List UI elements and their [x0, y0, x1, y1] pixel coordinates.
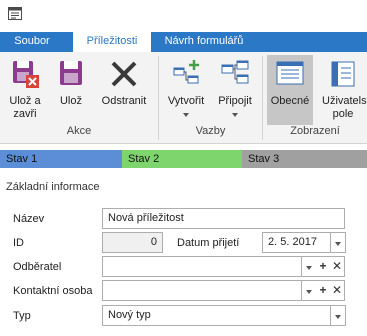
save-close-icon [13, 61, 39, 88]
stage-3[interactable]: Stav 3 [242, 150, 367, 168]
save-icon [60, 61, 82, 85]
date-field[interactable]: 2. 5. 2017 [262, 232, 331, 253]
plus-icon: + [319, 259, 327, 273]
save-close-button[interactable]: Ulož a zavři [4, 55, 46, 125]
link-relation-icon [221, 60, 249, 84]
user-fields-button[interactable]: Uživatelsk pole [319, 55, 367, 125]
general-view-button[interactable]: Obecné [267, 55, 313, 125]
save-button[interactable]: Ulož [52, 55, 90, 125]
create-label: Vytvořit [167, 95, 205, 107]
chevron-down-icon [306, 266, 312, 270]
contact-add-button[interactable]: + [316, 280, 331, 301]
customer-label: Odběratel [13, 261, 62, 273]
title-bar [0, 0, 367, 32]
type-label: Typ [13, 310, 31, 322]
customer-dropdown-button[interactable] [302, 256, 317, 277]
contact-dropdown-button[interactable] [302, 280, 317, 301]
type-dropdown-button[interactable] [331, 305, 346, 326]
id-label: ID [13, 237, 24, 249]
link-dropdown-arrow[interactable] [214, 108, 256, 121]
app-icon [8, 7, 22, 20]
general-view-label: Obecné [270, 95, 310, 107]
tab-form-design[interactable]: Návrh formulářů [156, 32, 252, 52]
delete-icon [111, 61, 137, 87]
stage-1[interactable]: Stav 1 [0, 150, 122, 168]
contact-clear-button[interactable]: ✕ [330, 280, 345, 301]
type-select[interactable]: Nový typ [102, 305, 331, 326]
plus-icon: + [319, 283, 327, 297]
customer-field[interactable] [102, 256, 302, 277]
save-close-label-1: Ulož a [9, 95, 41, 107]
delete-label: Odstranit [101, 95, 147, 107]
chevron-down-icon [335, 315, 341, 319]
chevron-down-icon [306, 290, 312, 294]
group-label-relations: Vazby [195, 125, 226, 137]
customer-clear-button[interactable]: ✕ [330, 256, 345, 277]
id-field: 0 [102, 232, 163, 253]
save-close-label-2: zavři [13, 108, 37, 120]
tab-opportunities[interactable]: Příležitosti [73, 31, 151, 52]
date-dropdown-button[interactable] [331, 232, 346, 253]
general-form-icon [276, 61, 304, 85]
contact-label: Kontaktní osoba [13, 285, 93, 297]
stage-2[interactable]: Stav 2 [122, 150, 242, 168]
delete-button[interactable]: Odstranit [98, 55, 150, 125]
user-fields-label-2: pole [332, 108, 354, 120]
date-label: Datum přijetí [177, 237, 240, 249]
group-label-actions: Akce [66, 125, 92, 137]
name-field[interactable]: Nová příležitost [102, 208, 345, 229]
name-label: Název [13, 213, 45, 225]
link-label: Připojit [218, 95, 252, 107]
close-icon: ✕ [331, 283, 343, 297]
close-icon: ✕ [331, 259, 343, 273]
contact-field[interactable] [102, 280, 302, 301]
link-button[interactable]: Připojit [214, 55, 256, 125]
create-dropdown-arrow[interactable] [164, 108, 208, 121]
user-fields-icon [331, 61, 355, 87]
save-label: Ulož [59, 95, 82, 107]
customer-add-button[interactable]: + [316, 256, 331, 277]
tab-file[interactable]: Soubor [0, 32, 64, 52]
create-button[interactable]: Vytvořit [164, 55, 208, 125]
section-title: Základní informace [6, 181, 100, 193]
user-fields-label-1: Uživatelsk [322, 95, 367, 107]
create-relation-icon [173, 60, 199, 84]
chevron-down-icon [335, 242, 341, 246]
group-label-view: Zobrazení [290, 125, 340, 137]
